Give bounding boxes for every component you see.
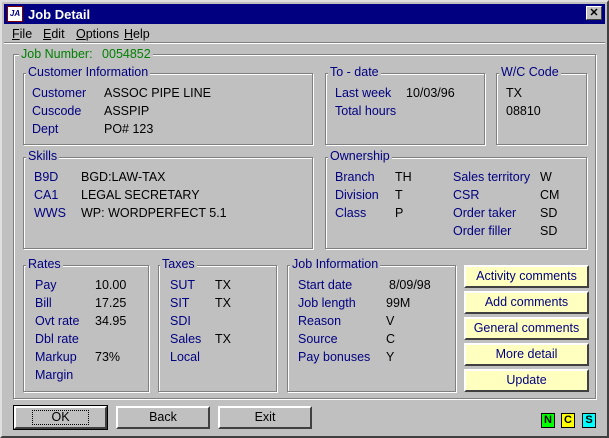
order-filler-value[interactable]: SD bbox=[540, 224, 557, 238]
window-title: Job Detail bbox=[28, 7, 91, 22]
sdi-label: SDI bbox=[170, 314, 191, 328]
more-detail-button[interactable]: More detail bbox=[464, 343, 589, 366]
csr-value[interactable]: CM bbox=[540, 188, 559, 202]
start-date-value[interactable]: 8/09/98 bbox=[389, 278, 431, 292]
menu-file[interactable]: File bbox=[12, 27, 32, 41]
margin-label: Margin bbox=[35, 368, 74, 382]
local-tax-label: Local bbox=[170, 350, 200, 364]
customer-label: Customer bbox=[32, 86, 87, 100]
menu-edit[interactable]: Edit bbox=[43, 27, 65, 41]
sut-label: SUT bbox=[170, 278, 195, 292]
skill-code: WWS bbox=[34, 206, 66, 220]
customer-info-legend: Customer Information bbox=[26, 65, 151, 79]
pay-value[interactable]: 10.00 bbox=[95, 278, 126, 292]
skills-legend: Skills bbox=[26, 149, 60, 163]
exit-button[interactable]: Exit bbox=[218, 406, 312, 429]
reason-value[interactable]: V bbox=[386, 314, 394, 328]
cuscode-value[interactable]: ASSPIP bbox=[104, 104, 149, 118]
markup-label: Markup bbox=[35, 350, 77, 364]
ok-button-label: OK bbox=[32, 410, 89, 425]
back-button[interactable]: Back bbox=[116, 406, 210, 429]
title-bar: JA Job Detail ✕ bbox=[4, 4, 605, 24]
order-taker-label: Order taker bbox=[453, 206, 517, 220]
rates-legend: Rates bbox=[26, 257, 63, 271]
dept-value[interactable]: PO# 123 bbox=[104, 122, 153, 136]
menu-bar: File Edit Options Help bbox=[4, 25, 605, 43]
dbl-rate-label: Dbl rate bbox=[35, 332, 79, 346]
ok-button[interactable]: OK bbox=[13, 405, 108, 430]
start-date-label: Start date bbox=[298, 278, 353, 292]
bill-value[interactable]: 17.25 bbox=[95, 296, 126, 310]
bill-label: Bill bbox=[35, 296, 52, 310]
wc-code-state[interactable]: TX bbox=[506, 86, 522, 100]
skill-desc[interactable]: WP: WORDPERFECT 5.1 bbox=[81, 206, 227, 220]
customer-value[interactable]: ASSOC PIPE LINE bbox=[104, 86, 211, 100]
order-taker-value[interactable]: SD bbox=[540, 206, 557, 220]
skills-group bbox=[23, 157, 313, 249]
source-label: Source bbox=[298, 332, 338, 346]
csr-label: CSR bbox=[453, 188, 480, 202]
skill-desc[interactable]: LEGAL SECRETARY bbox=[81, 188, 200, 202]
class-value[interactable]: P bbox=[395, 206, 403, 220]
branch-value[interactable]: TH bbox=[395, 170, 412, 184]
sit-value[interactable]: TX bbox=[215, 296, 231, 310]
wc-code-legend: W/C Code bbox=[499, 65, 561, 79]
pay-label: Pay bbox=[35, 278, 57, 292]
menu-options[interactable]: Options bbox=[76, 27, 119, 41]
pay-bonuses-value[interactable]: Y bbox=[386, 350, 394, 364]
sit-label: SIT bbox=[170, 296, 190, 310]
job-number: Job Number: 0054852 bbox=[19, 47, 153, 61]
reason-label: Reason bbox=[298, 314, 342, 328]
to-date-legend: To - date bbox=[328, 65, 381, 79]
cuscode-label: Cuscode bbox=[32, 104, 82, 118]
close-icon[interactable]: ✕ bbox=[586, 6, 602, 20]
class-label: Class bbox=[335, 206, 367, 220]
skill-code: B9D bbox=[34, 170, 59, 184]
ovt-rate-value[interactable]: 34.95 bbox=[95, 314, 126, 328]
sales-tax-value[interactable]: TX bbox=[215, 332, 231, 346]
total-hours-label: Total hours bbox=[335, 104, 397, 118]
skill-code: CA1 bbox=[34, 188, 59, 202]
sales-territory-label: Sales territory bbox=[453, 170, 531, 184]
job-length-value[interactable]: 99M bbox=[386, 296, 410, 310]
general-comments-button[interactable]: General comments bbox=[464, 317, 589, 340]
job-number-label: Job Number: bbox=[21, 47, 93, 61]
menu-divider bbox=[4, 42, 605, 44]
branch-label: Branch bbox=[335, 170, 375, 184]
ownership-legend: Ownership bbox=[328, 149, 392, 163]
sales-territory-value[interactable]: W bbox=[540, 170, 552, 184]
sut-value[interactable]: TX bbox=[215, 278, 231, 292]
activity-comments-button[interactable]: Activity comments bbox=[464, 265, 589, 288]
markup-value[interactable]: 73% bbox=[95, 350, 120, 364]
order-filler-label: Order filler bbox=[453, 224, 512, 238]
wc-code-number[interactable]: 08810 bbox=[506, 104, 541, 118]
job-info-legend: Job Information bbox=[290, 257, 381, 271]
taxes-legend: Taxes bbox=[160, 257, 197, 271]
job-number-value: 0054852 bbox=[102, 47, 151, 61]
job-length-label: Job length bbox=[298, 296, 356, 310]
menu-help[interactable]: Help bbox=[124, 27, 150, 41]
ovt-rate-label: Ovt rate bbox=[35, 314, 80, 328]
job-detail-window: JA Job Detail ✕ File Edit Options Help J… bbox=[0, 0, 609, 438]
sales-tax-label: Sales bbox=[170, 332, 202, 346]
add-comments-button[interactable]: Add comments bbox=[464, 291, 589, 314]
division-value[interactable]: T bbox=[395, 188, 403, 202]
skill-desc[interactable]: BGD:LAW-TAX bbox=[81, 170, 166, 184]
dept-label: Dept bbox=[32, 122, 59, 136]
s-indicator[interactable]: S bbox=[582, 413, 596, 428]
pay-bonuses-label: Pay bonuses bbox=[298, 350, 371, 364]
n-indicator[interactable]: N bbox=[541, 413, 555, 428]
last-week-label: Last week bbox=[335, 86, 392, 100]
c-indicator[interactable]: C bbox=[561, 413, 575, 428]
division-label: Division bbox=[335, 188, 379, 202]
last-week-value[interactable]: 10/03/96 bbox=[406, 86, 455, 100]
app-icon[interactable]: JA bbox=[7, 6, 23, 22]
source-value[interactable]: C bbox=[386, 332, 395, 346]
update-button[interactable]: Update bbox=[464, 369, 589, 392]
